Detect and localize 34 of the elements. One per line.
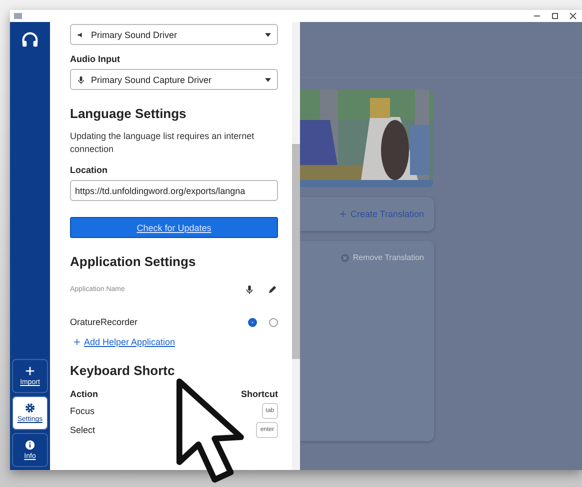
app-name: OratureRecorder xyxy=(70,317,139,327)
info-icon xyxy=(25,440,35,450)
caret-icon xyxy=(265,32,271,36)
action-label: Focus xyxy=(70,406,95,416)
audio-output-dropdown[interactable]: Primary Sound Driver xyxy=(70,24,278,45)
microphone-icon xyxy=(77,76,85,84)
column-header: Shortcut xyxy=(241,389,278,399)
section-heading: Keyboard Shortc xyxy=(70,363,176,378)
pencil-icon xyxy=(267,284,278,294)
plus-icon xyxy=(25,366,35,376)
scrollbar-thumb[interactable] xyxy=(292,144,300,359)
section-heading: Application Settings xyxy=(70,254,197,269)
section-heading: Language Settings xyxy=(70,106,188,121)
editor-radio[interactable] xyxy=(269,318,278,326)
speaker-icon xyxy=(77,30,85,38)
close-icon[interactable] xyxy=(568,11,578,21)
plus-icon xyxy=(74,339,80,345)
remove-icon xyxy=(340,254,349,262)
recorder-radio[interactable] xyxy=(248,318,257,326)
plus-icon xyxy=(340,211,346,217)
app-icon xyxy=(14,13,22,19)
gear-icon xyxy=(25,403,35,413)
microphone-icon xyxy=(244,284,255,294)
audio-input-dropdown[interactable]: Primary Sound Capture Driver xyxy=(70,69,278,90)
maximize-icon[interactable] xyxy=(550,11,560,21)
caret-icon xyxy=(265,78,271,82)
field-label: Location xyxy=(70,165,108,175)
column-header: Action xyxy=(70,389,98,399)
check-updates-button[interactable]: Check for Updates xyxy=(70,217,278,238)
add-helper-link[interactable]: Add Helper Application xyxy=(84,337,176,347)
action-label: Select xyxy=(70,424,96,434)
field-label: Audio Input xyxy=(70,54,121,64)
info-text: Updating the language list requires an internet connection xyxy=(70,130,256,156)
location-field[interactable]: https://td.unfoldingword.org/exports/langna xyxy=(70,180,278,201)
